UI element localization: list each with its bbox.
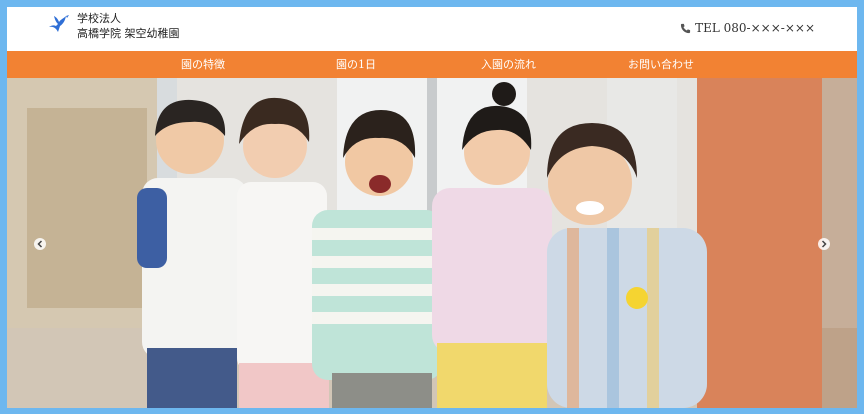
phone-text: TEL 080-×××-×××: [695, 21, 815, 35]
bird-logo-icon[interactable]: [47, 13, 71, 37]
school-brand[interactable]: 学校法人 高橋学院 架空幼稚園: [77, 11, 180, 41]
hero-slider: [7, 78, 857, 408]
main-nav: 園の特徴 園の1日 入園の流れ お問い合わせ: [7, 51, 857, 78]
slider-prev-button[interactable]: [34, 238, 46, 250]
phone-number[interactable]: TEL 080-×××-×××: [680, 21, 815, 35]
hero-photo: [7, 78, 857, 408]
site-header: 学校法人 高橋学院 架空幼稚園 TEL 080-×××-×××: [7, 7, 857, 51]
nav-item-daily-schedule[interactable]: 園の1日: [336, 51, 376, 78]
nav-item-features[interactable]: 園の特徴: [181, 51, 225, 78]
chevron-left-icon: [37, 240, 43, 248]
nav-item-admission-flow[interactable]: 入園の流れ: [481, 51, 536, 78]
slider-next-button[interactable]: [818, 238, 830, 250]
page-frame: 学校法人 高橋学院 架空幼稚園 TEL 080-×××-××× 園の特徴 園の1…: [7, 7, 857, 408]
nav-item-contact[interactable]: お問い合わせ: [628, 51, 694, 78]
chevron-right-icon: [821, 240, 827, 248]
school-name: 高橋学院 架空幼稚園: [77, 27, 180, 40]
school-type: 学校法人: [77, 12, 121, 25]
phone-icon: [681, 23, 691, 33]
